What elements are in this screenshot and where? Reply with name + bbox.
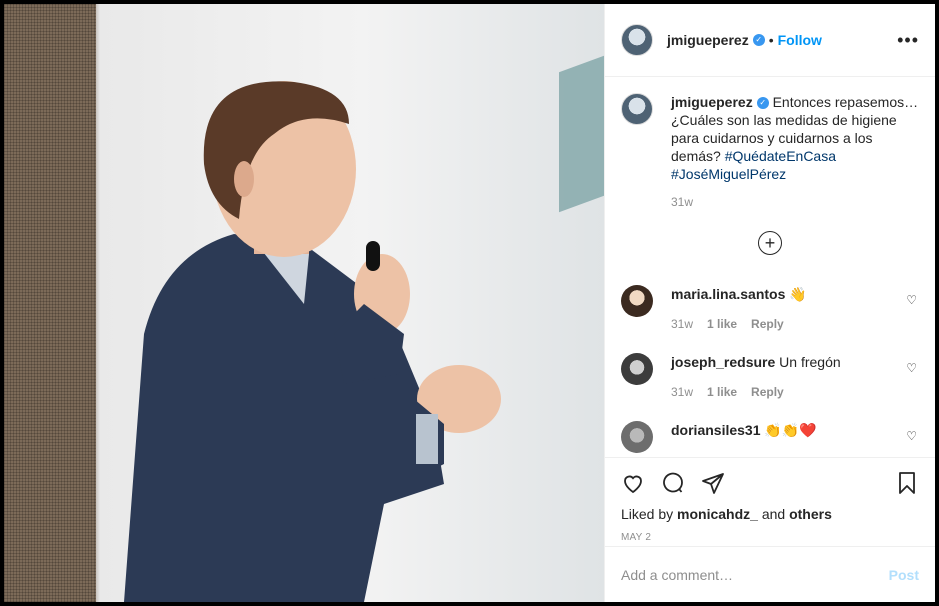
separator-dot: • <box>768 32 774 48</box>
hashtag-link[interactable]: #QuédateEnCasa <box>725 148 836 164</box>
load-more-comments[interactable]: + <box>621 231 919 255</box>
post-actions: Liked by monicahdz_ and others MAY 2 <box>605 457 935 543</box>
likes-connector: and <box>761 506 786 522</box>
comment-text: 👋 <box>789 286 807 302</box>
comment-likes[interactable]: 1 like <box>707 317 737 331</box>
liked-by-user[interactable]: monicahdz_ <box>677 506 758 522</box>
verified-icon: ✓ <box>752 34 765 46</box>
comment-item: maria.lina.santos 👋 31w 1 like Reply ♡ <box>621 285 919 331</box>
comment-meta: 31w 1 like Reply <box>671 317 807 331</box>
comment-text: Un fregón <box>779 354 841 370</box>
hashtag-link[interactable]: #JoséMiguelPérez <box>671 166 786 182</box>
reply-button[interactable]: Reply <box>751 385 784 399</box>
likes-summary: Liked by monicahdz_ and others <box>621 506 919 522</box>
comment-input[interactable] <box>621 566 889 583</box>
caption: jmigueperez ✓ Entonces repasemos… ¿Cuáles… <box>621 93 919 209</box>
heart-icon[interactable]: ♡ <box>906 429 917 443</box>
more-options-icon[interactable]: ••• <box>897 30 919 51</box>
commenter-username[interactable]: maria.lina.santos <box>671 286 785 302</box>
post-date[interactable]: MAY 2 <box>621 532 919 543</box>
comment-body: joseph_redsure Un fregón <box>671 353 841 371</box>
reply-button[interactable]: Reply <box>751 317 784 331</box>
commenter-avatar[interactable] <box>621 353 653 385</box>
comment-likes[interactable]: 1 like <box>707 385 737 399</box>
commenter-avatar[interactable] <box>621 285 653 317</box>
author-avatar[interactable] <box>621 24 653 56</box>
caption-time[interactable]: 31w <box>671 195 919 209</box>
comment-item: doriansiles31 👏👏❤️ ♡ <box>621 421 919 453</box>
caption-username[interactable]: jmigueperez <box>671 94 753 110</box>
post-photo[interactable] <box>4 4 604 602</box>
action-icons-row <box>621 468 919 498</box>
comment-time[interactable]: 31w <box>671 317 693 331</box>
likes-prefix: Liked by <box>621 506 674 522</box>
verified-icon: ✓ <box>756 97 769 110</box>
caption-avatar[interactable] <box>621 93 653 125</box>
follow-button[interactable]: Follow <box>778 32 822 48</box>
speaker-illustration <box>124 81 501 602</box>
caption-text-block: jmigueperez ✓ Entonces repasemos… ¿Cuáles… <box>671 93 919 183</box>
comment-item: joseph_redsure Un fregón 31w 1 like Repl… <box>621 353 919 399</box>
comment-meta: 31w 1 like Reply <box>671 385 841 399</box>
comment-time[interactable]: 31w <box>671 385 693 399</box>
post-details-panel: jmigueperez ✓ • Follow ••• jmigueperez ✓ … <box>604 4 935 602</box>
commenter-username[interactable]: joseph_redsure <box>671 354 775 370</box>
plus-circle-icon[interactable]: + <box>758 231 782 255</box>
heart-icon[interactable] <box>621 471 645 495</box>
add-comment-bar: Post <box>605 546 935 602</box>
comment-body: maria.lina.santos 👋 <box>671 285 807 303</box>
share-icon[interactable] <box>701 471 725 495</box>
heart-icon[interactable]: ♡ <box>906 361 917 375</box>
bookmark-icon[interactable] <box>895 471 919 495</box>
heart-icon[interactable]: ♡ <box>906 293 917 307</box>
comment-body: doriansiles31 👏👏❤️ <box>671 421 817 439</box>
comments-list[interactable]: jmigueperez ✓ Entonces repasemos… ¿Cuáles… <box>605 77 935 457</box>
post-header: jmigueperez ✓ • Follow ••• <box>605 4 935 77</box>
likes-others-link[interactable]: others <box>789 506 832 522</box>
commenter-username[interactable]: doriansiles31 <box>671 422 761 438</box>
comment-icon[interactable] <box>661 471 685 495</box>
author-username[interactable]: jmigueperez <box>667 32 749 48</box>
commenter-avatar[interactable] <box>621 421 653 453</box>
post-comment-button[interactable]: Post <box>889 567 919 583</box>
comment-text: 👏👏❤️ <box>764 422 817 438</box>
